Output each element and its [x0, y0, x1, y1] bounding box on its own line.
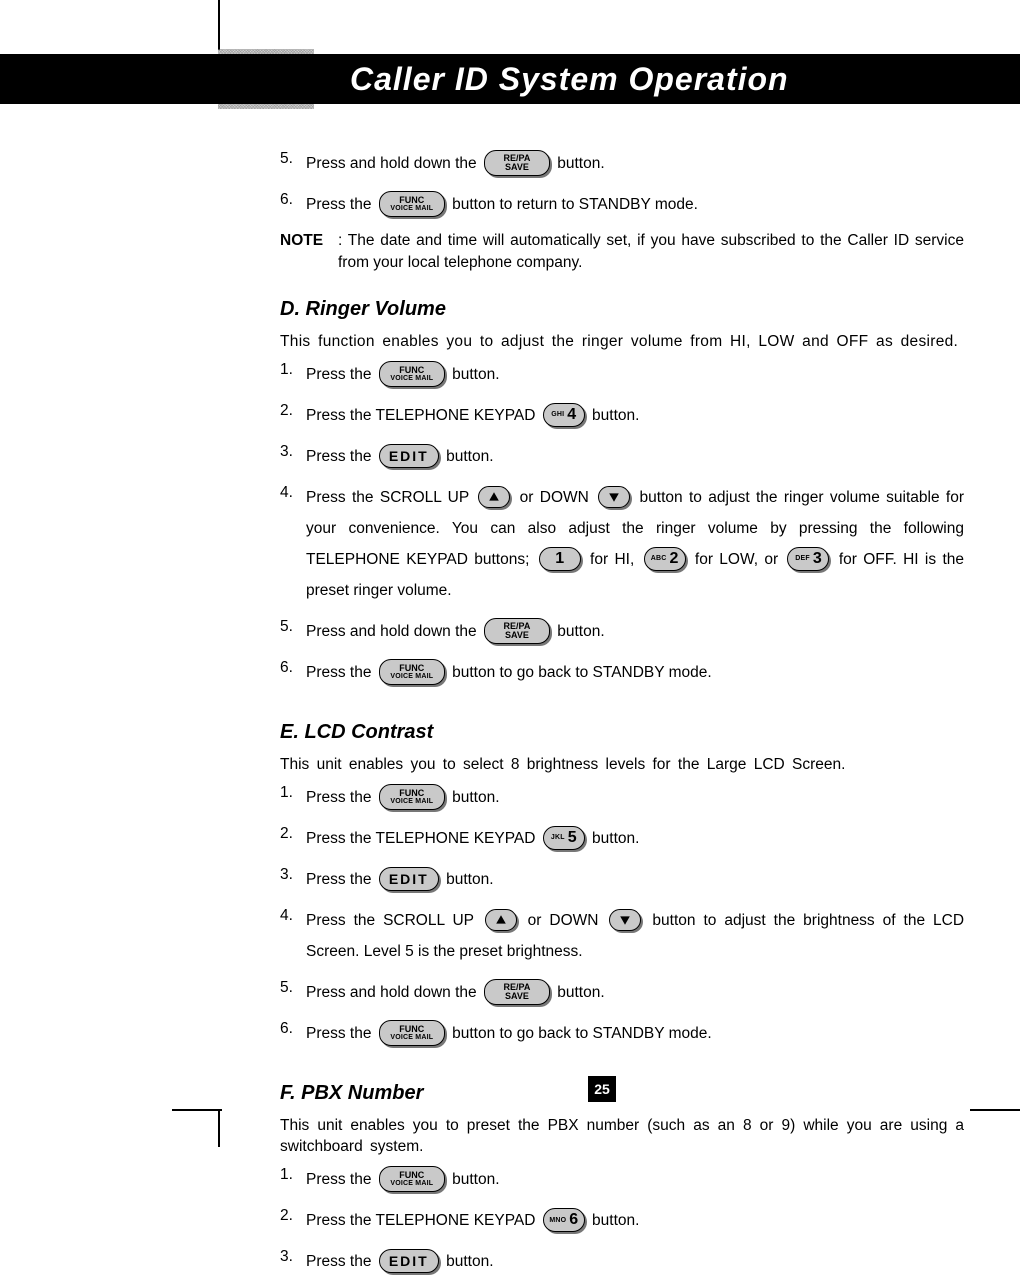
- step-text: button.: [452, 1171, 499, 1188]
- func-voicemail-key: FUNCVOICE MAIL: [379, 191, 445, 217]
- step-text: button.: [592, 830, 639, 847]
- step-number: 1.: [280, 1164, 306, 1186]
- step-number: 2.: [280, 823, 306, 845]
- func-voicemail-key: FUNCVOICE MAIL: [379, 361, 445, 387]
- header-band: Caller ID System Operation: [0, 54, 1020, 104]
- keypad-3-key: DEF3: [787, 547, 829, 571]
- edit-key: EDIT: [379, 1249, 439, 1273]
- step-text: button to go back to STANDBY mode.: [452, 1025, 712, 1042]
- step-text: Press the: [306, 664, 376, 681]
- step-text: button.: [452, 366, 499, 383]
- func-voicemail-key: FUNCVOICE MAIL: [379, 1020, 445, 1046]
- step-text: Press and hold down the: [306, 155, 481, 172]
- step-number: 6.: [280, 657, 306, 679]
- keypad-4-key: GHI4: [543, 403, 585, 427]
- section-intro: This function enables you to adjust the …: [280, 331, 964, 353]
- note-label: NOTE: [280, 230, 338, 273]
- section-heading-e: E. LCD Contrast: [280, 718, 964, 746]
- keypad-6-key: MNO6: [543, 1208, 585, 1232]
- step-text: Press and hold down the: [306, 623, 481, 640]
- step-text: Press and hold down the: [306, 984, 481, 1001]
- keypad-5-key: JKL5: [543, 826, 585, 850]
- func-voicemail-key: FUNCVOICE MAIL: [379, 659, 445, 685]
- repa-save-key: RE/PASAVE: [484, 979, 550, 1005]
- step-number: 2.: [280, 1205, 306, 1227]
- step-number: 3.: [280, 1246, 306, 1268]
- step-text: Press the: [306, 789, 376, 806]
- page-title: Caller ID System Operation: [350, 61, 789, 98]
- step-number: 1.: [280, 359, 306, 381]
- step-text: button.: [557, 984, 604, 1001]
- step-text: Press the SCROLL UP: [306, 489, 475, 506]
- page-content: 5. Press and hold down the RE/PASAVE but…: [280, 142, 964, 1287]
- step-text: button to go back to STANDBY mode.: [452, 664, 712, 681]
- step-number: 2.: [280, 400, 306, 422]
- step-text: button.: [592, 1212, 639, 1229]
- repa-save-key: RE/PASAVE: [484, 150, 550, 176]
- step-text: or DOWN: [520, 489, 596, 506]
- scroll-down-key: [598, 486, 630, 508]
- step-text: button.: [557, 155, 604, 172]
- step-text: button.: [557, 623, 604, 640]
- step-number: 5.: [280, 977, 306, 999]
- section-heading-d: D. Ringer Volume: [280, 295, 964, 323]
- step-number: 4.: [280, 482, 306, 504]
- edit-key: EDIT: [379, 867, 439, 891]
- section-intro: This unit enables you to preset the PBX …: [280, 1115, 964, 1158]
- step-number: 3.: [280, 441, 306, 463]
- step-number: 6.: [280, 1018, 306, 1040]
- func-voicemail-key: FUNCVOICE MAIL: [379, 1166, 445, 1192]
- keypad-2-key: ABC2: [644, 547, 686, 571]
- step-text: Press the: [306, 1253, 376, 1270]
- keypad-1-key: 1: [539, 547, 581, 571]
- step-text: Press the: [306, 1025, 376, 1042]
- edit-key: EDIT: [379, 444, 439, 468]
- step-text: Press the TELEPHONE KEYPAD: [306, 407, 540, 424]
- step-text: Press the: [306, 1171, 376, 1188]
- step-text: for HI,: [590, 551, 641, 568]
- func-voicemail-key: FUNCVOICE MAIL: [379, 784, 445, 810]
- step-text: button.: [446, 448, 493, 465]
- scroll-up-key: [478, 486, 510, 508]
- step-text: Press the TELEPHONE KEYPAD: [306, 1212, 540, 1229]
- step-text: button.: [592, 407, 639, 424]
- step-number: 4.: [280, 905, 306, 927]
- section-heading-f: F. PBX Number: [280, 1079, 964, 1107]
- step-text: Press the: [306, 196, 376, 213]
- step-text: button.: [446, 1253, 493, 1270]
- step-text: button.: [452, 789, 499, 806]
- repa-save-key: RE/PASAVE: [484, 618, 550, 644]
- step-number: 1.: [280, 782, 306, 804]
- step-text: or DOWN: [528, 912, 607, 929]
- step-text: for LOW, or: [695, 551, 785, 568]
- step-text: Press the: [306, 871, 376, 888]
- step-text: Press the TELEPHONE KEYPAD: [306, 830, 540, 847]
- page-number: 25: [588, 1076, 616, 1102]
- scroll-up-key: [485, 909, 517, 931]
- step-text: Press the: [306, 448, 376, 465]
- step-number: 5.: [280, 616, 306, 638]
- step-text: button.: [446, 871, 493, 888]
- step-number: 6.: [280, 189, 306, 211]
- section-intro: This unit enables you to select 8 bright…: [280, 754, 964, 776]
- step-text: Press the: [306, 366, 376, 383]
- note-text: : The date and time will automatically s…: [338, 230, 964, 273]
- step-number: 5.: [280, 148, 306, 170]
- scroll-down-key: [609, 909, 641, 931]
- step-number: 3.: [280, 864, 306, 886]
- step-text: button to return to STANDBY mode.: [452, 196, 698, 213]
- step-text: Press the SCROLL UP: [306, 912, 482, 929]
